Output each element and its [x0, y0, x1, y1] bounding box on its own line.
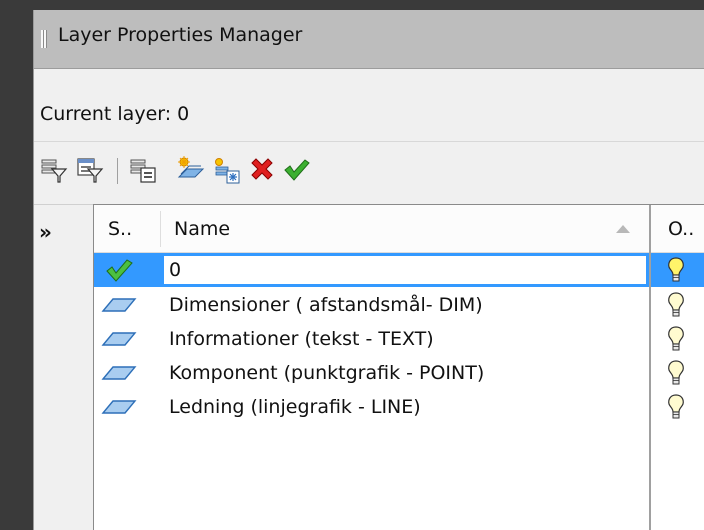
screen: Layer Properties Manager Current layer: …	[0, 0, 704, 530]
delete-layer-button[interactable]	[246, 154, 278, 186]
palette-title-bar[interactable]: Layer Properties Manager	[34, 10, 704, 69]
layer-row-0[interactable]: 0	[94, 253, 704, 287]
layer-name-edit-field[interactable]: 0	[164, 256, 646, 284]
palette-title: Layer Properties Manager	[58, 24, 303, 46]
new-group-filter-button[interactable]	[74, 154, 106, 186]
divider	[34, 141, 704, 142]
on-toggle[interactable]	[666, 256, 688, 284]
on-toggle[interactable]	[666, 325, 688, 353]
layer-row-4[interactable]: Ledning (linjegrafik - LINE)	[94, 390, 704, 424]
column-header-name[interactable]: Name	[174, 205, 230, 252]
layer-name: Ledning (linjegrafik - LINE)	[169, 396, 421, 418]
on-toggle[interactable]	[666, 291, 688, 319]
layer-row-1[interactable]: Dimensioner ( afstandsmål- DIM)	[94, 288, 704, 322]
status-cell[interactable]	[99, 291, 139, 319]
layer-list-header: S.. Name O..	[94, 205, 704, 253]
layer-row-2[interactable]: Informationer (tekst - TEXT)	[94, 322, 704, 356]
lightbulb-on-icon	[668, 394, 684, 419]
status-cell[interactable]	[99, 359, 139, 387]
new-layer-button[interactable]	[174, 154, 206, 186]
expand-filter-tree-button[interactable]: »	[39, 220, 52, 244]
column-divider[interactable]	[160, 211, 161, 247]
layer-icon	[101, 366, 137, 380]
layer-name: Informationer (tekst - TEXT)	[169, 328, 434, 350]
new-property-filter-icon	[41, 159, 68, 183]
on-toggle[interactable]	[666, 393, 688, 421]
layer-name: 0	[169, 259, 182, 281]
column-separator[interactable]	[649, 205, 651, 530]
layer-properties-palette: Layer Properties Manager Current layer: …	[33, 10, 704, 530]
layer-list[interactable]: S.. Name O.. 0 Dimensioner (afstandsmål…	[93, 204, 704, 530]
column-header-on[interactable]: O..	[668, 205, 694, 252]
layer-icon	[101, 298, 137, 312]
current-layer-label: Current layer: 0	[40, 103, 190, 125]
lightbulb-on-icon	[668, 257, 684, 282]
new-layer-vp-frozen-button[interactable]	[210, 154, 242, 186]
new-property-filter-button[interactable]	[38, 154, 70, 186]
background-top	[0, 0, 704, 10]
status-cell[interactable]	[99, 256, 139, 284]
background-left	[0, 0, 33, 530]
toolbar-separator	[117, 158, 118, 184]
layer-name: Dimensioner ( afstandsmål- DIM)	[169, 294, 483, 316]
layer-states-manager-button[interactable]	[127, 154, 159, 186]
new-layer-icon	[177, 156, 205, 178]
layer-toolbar	[34, 150, 704, 190]
delete-layer-icon	[251, 158, 273, 180]
status-cell[interactable]	[99, 393, 139, 421]
current-layer-check-icon	[106, 259, 133, 282]
layer-name: Komponent (punktgrafik - POINT)	[169, 362, 485, 384]
layer-states-manager-icon	[130, 159, 156, 183]
new-group-filter-icon	[77, 158, 104, 183]
filter-tree-collapsed-pane	[34, 206, 88, 530]
sort-ascending-icon	[616, 225, 630, 233]
lightbulb-on-icon	[668, 360, 684, 385]
layer-icon	[101, 332, 137, 346]
column-header-status[interactable]: S..	[108, 205, 132, 252]
new-layer-vp-frozen-icon	[215, 158, 240, 184]
layer-icon	[101, 400, 137, 414]
set-current-icon	[284, 159, 310, 181]
layer-row-3[interactable]: Komponent (punktgrafik - POINT)	[94, 356, 704, 390]
lightbulb-on-icon	[668, 326, 684, 351]
on-toggle[interactable]	[666, 359, 688, 387]
grip-handle[interactable]	[41, 30, 47, 48]
lightbulb-on-icon	[668, 292, 684, 317]
status-cell[interactable]	[99, 325, 139, 353]
set-current-button[interactable]	[280, 154, 312, 186]
